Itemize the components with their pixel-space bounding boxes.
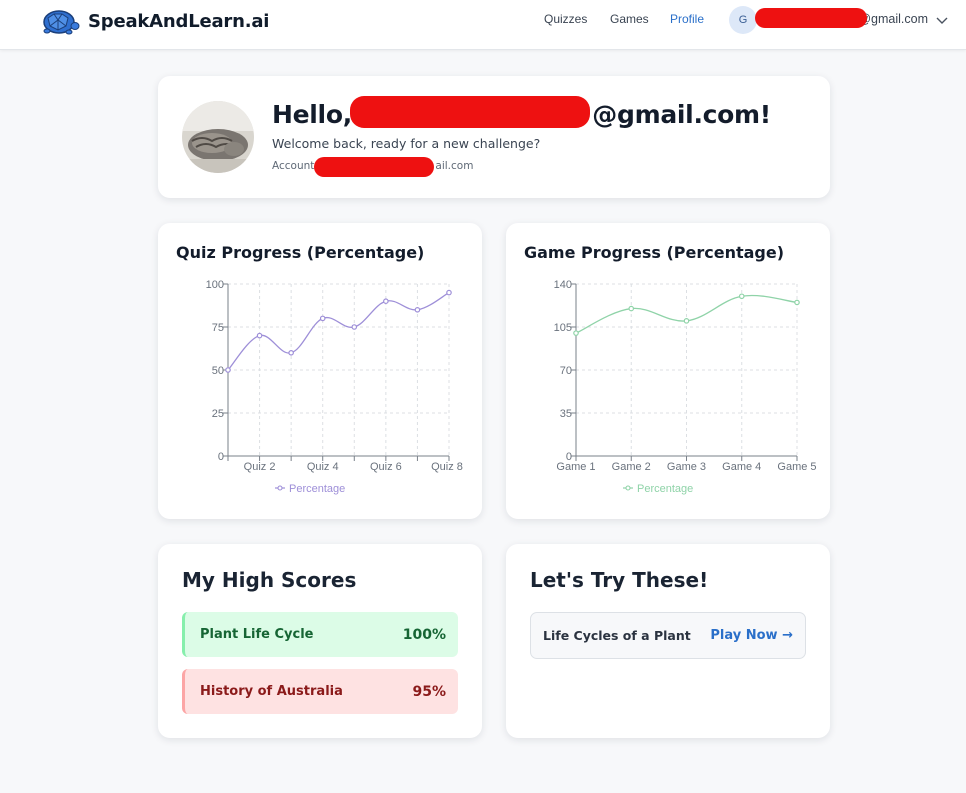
data-point	[446, 289, 452, 296]
data-point	[225, 367, 231, 373]
high-scores-title: My High Scores	[182, 568, 357, 592]
suggested-game-name: Life Cycles of a Plant	[543, 628, 691, 643]
legend-label: Percentage	[637, 483, 693, 495]
suggested-game-item: Life Cycles of a Plant Play Now →	[530, 612, 806, 659]
x-tick-label: Game 5	[777, 461, 816, 473]
y-tick-label: 140	[554, 279, 572, 291]
turtle-logo-icon	[43, 10, 80, 35]
data-point	[383, 298, 389, 305]
quiz-progress-chart: 0 25 50 75 100 Quiz 2 Quiz 4 Quiz 6 Quiz 8 Percen…	[206, 279, 463, 495]
redaction-mark	[314, 157, 434, 177]
nav-link-quizzes[interactable]: Quizzes	[544, 12, 587, 26]
data-point	[628, 305, 635, 312]
data-point	[683, 318, 690, 324]
high-score-item[interactable]: History of Australia 95%	[182, 669, 458, 714]
redaction-mark	[350, 96, 590, 128]
score-name: Plant Life Cycle	[200, 627, 314, 642]
profile-picture	[182, 101, 254, 173]
x-tick-label: Quiz 8	[431, 461, 463, 473]
data-point	[256, 332, 263, 339]
score-value: 100%	[402, 626, 446, 643]
account-prefix: Account	[272, 160, 315, 172]
y-tick-label: 75	[212, 322, 224, 334]
y-tick-label: 105	[554, 322, 572, 334]
brand[interactable]: SpeakAndLearn.ai	[38, 4, 269, 38]
welcome-subtitle: Welcome back, ready for a new challenge?	[272, 136, 541, 151]
greeting-suffix: @gmail.com!	[592, 100, 771, 129]
data-point	[414, 307, 421, 313]
high-scores-card: My High Scores Plant Life Cycle 100% His…	[158, 544, 482, 738]
legend-label: Percentage	[289, 483, 345, 495]
data-point	[351, 324, 358, 330]
account-suffix: ail.com	[435, 160, 474, 172]
score-name: History of Australia	[200, 684, 343, 699]
top-navigation-bar: SpeakAndLearn.ai Quizzes Games Profile G…	[0, 0, 966, 50]
data-point	[319, 315, 326, 322]
high-score-item[interactable]: Plant Life Cycle 100%	[182, 612, 458, 657]
y-tick-label: 0	[218, 451, 224, 463]
nav-link-profile[interactable]: Profile	[670, 12, 704, 26]
series-line	[227, 292, 450, 371]
user-avatar[interactable]: G	[729, 6, 757, 34]
score-value: 95%	[412, 683, 446, 700]
cat-photo-icon	[182, 101, 254, 173]
legend-marker-dot	[277, 485, 283, 491]
y-tick-label: 35	[560, 408, 572, 420]
quiz-progress-card: Quiz Progress (Percentage) 0 25 50 75 100 Qui…	[158, 223, 482, 519]
x-tick-label: Game 2	[612, 461, 651, 473]
game-progress-card: Game Progress (Percentage) 0 35 70 105 140 Ga…	[506, 223, 830, 519]
greeting-prefix: Hello,	[272, 100, 361, 129]
data-point	[794, 299, 800, 306]
x-tick-label: Game 1	[556, 461, 595, 473]
x-tick-label: Game 4	[722, 461, 761, 473]
data-point	[288, 350, 294, 356]
game-progress-chart: 03570105140Game 1 Game 2 Game 3 Game 4 Game …	[554, 279, 817, 495]
play-now-button[interactable]: Play Now →	[710, 628, 793, 643]
user-initial: G	[738, 14, 748, 26]
y-tick-label: 50	[212, 365, 224, 377]
legend-marker-dot	[625, 485, 631, 491]
x-tick-label: Quiz 2	[244, 461, 276, 473]
chevron-down-icon[interactable]	[935, 13, 949, 27]
y-tick-label: 100	[206, 279, 224, 291]
nav-link-games[interactable]: Games	[610, 12, 649, 26]
x-tick-label: Quiz 6	[370, 461, 402, 473]
y-tick-label: 25	[212, 408, 224, 420]
welcome-card: Hello, @gmail.com! Welcome back, ready f…	[158, 76, 830, 198]
try-these-card: Let's Try These! Life Cycles of a Plant …	[506, 544, 830, 738]
data-point	[738, 293, 745, 300]
x-tick-label: Game 3	[667, 461, 706, 473]
try-these-title: Let's Try These!	[530, 568, 709, 592]
data-point	[573, 330, 579, 336]
y-tick-label: 70	[560, 365, 572, 377]
x-tick-label: Quiz 4	[307, 461, 339, 473]
redaction-mark	[755, 8, 867, 28]
brand-name: SpeakAndLearn.ai	[88, 10, 270, 32]
